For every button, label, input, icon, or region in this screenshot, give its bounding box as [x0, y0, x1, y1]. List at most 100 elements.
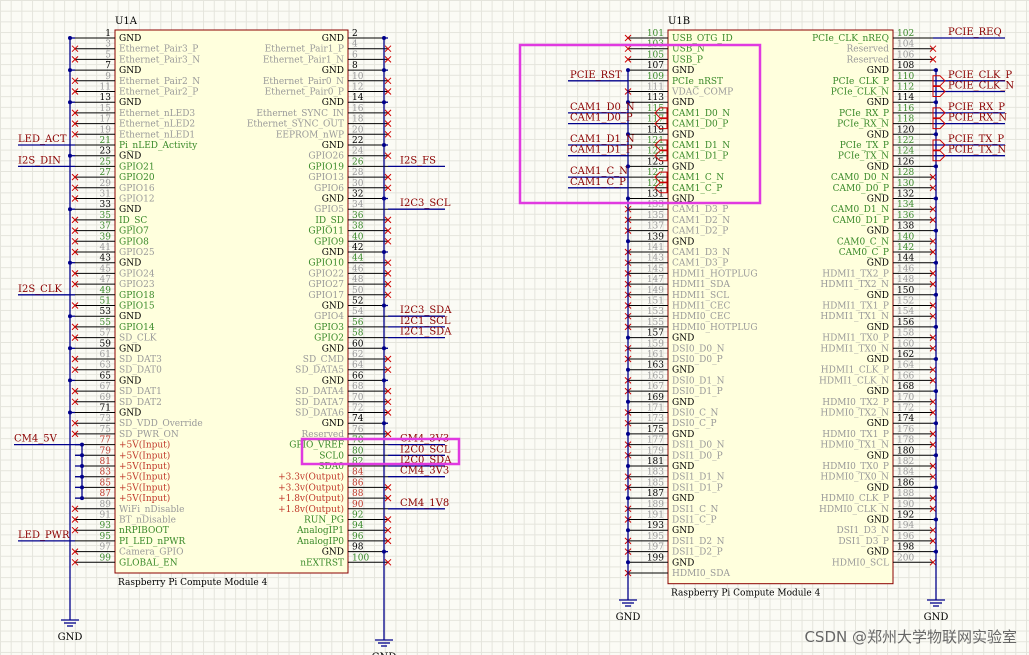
junction-dot	[934, 549, 938, 554]
junction-dot	[934, 196, 938, 201]
pin-name: Ethernet_Pair1_P	[265, 45, 344, 55]
junction-dot	[68, 346, 72, 351]
pin-name: GND	[119, 34, 141, 44]
pin-number: 126	[897, 157, 914, 167]
pin-name: SD_PWR_ON	[119, 430, 179, 440]
pin-name: SD_CMD	[303, 355, 344, 365]
pin-name: GPIO24	[119, 269, 155, 279]
net-label: CM4_5V	[14, 434, 58, 445]
pin-name: GND	[672, 237, 694, 247]
junction-dot	[626, 367, 630, 372]
junction-dot	[382, 36, 386, 40]
pin-name: GND	[322, 98, 344, 108]
net-label: CAM1_D0_N	[570, 102, 635, 113]
pin-name: DSI0_D1_P	[672, 387, 723, 397]
pin-name: CAM1_D1_N	[672, 141, 730, 151]
pin-name: GPIO21	[119, 162, 155, 172]
pin-name: GND	[322, 419, 344, 429]
pin-name: GND	[322, 376, 344, 386]
pin-number: 24	[352, 147, 364, 157]
pin-number: 59	[100, 339, 112, 349]
net-label: I2C1_SCL	[400, 316, 451, 327]
pin-number: 145	[647, 264, 664, 274]
net-label: CM4_1V8	[400, 498, 449, 509]
pin-number: 130	[897, 179, 914, 189]
pin-name: +1.8v(Output)	[278, 493, 344, 504]
pin-number: 91	[100, 511, 111, 521]
pin-name: GND	[672, 98, 694, 108]
pin-number: 180	[897, 446, 914, 456]
pin-number: 62	[352, 350, 363, 360]
junction-dot	[382, 100, 386, 105]
junction-dot	[934, 357, 938, 361]
pin-name: GND	[867, 451, 889, 461]
pin-number: 177	[647, 436, 664, 446]
pin-name: ID_SC	[119, 216, 147, 226]
junction-dot	[934, 324, 938, 329]
pin-number: 199	[647, 553, 664, 563]
gnd-symbol-u1b-right: GND	[924, 599, 948, 623]
pin-number: 70	[352, 393, 364, 403]
pin-name: AnalogIP0	[296, 537, 344, 547]
pin-number: 39	[100, 232, 112, 242]
pin-name: GND	[119, 152, 141, 162]
pin-name: Reserved	[846, 45, 889, 55]
pin-number: 112	[897, 83, 914, 93]
pin-name: CAM1_D1_P	[672, 152, 728, 162]
pin-number: 195	[647, 532, 664, 542]
pin-name: GPIO6	[314, 184, 344, 194]
net-label: CAM1_C_P	[570, 177, 626, 188]
pin-number: 101	[647, 29, 664, 39]
pin-number: 136	[897, 211, 914, 221]
junction-dot	[934, 132, 938, 137]
pin-name: HDMI0_SDA	[672, 569, 730, 579]
pin-name: GPIO5	[314, 205, 344, 215]
net-label: I2C0_SCL	[400, 444, 451, 455]
pin-name: Ethernet_Pair1_N	[263, 55, 344, 65]
pin-name: Ethernet_Pair3_N	[119, 55, 200, 65]
pin-number: 15	[100, 104, 112, 114]
pin-number: 119	[647, 125, 664, 135]
pin-number: 157	[647, 329, 664, 339]
pin-name: HDMI0_SCL	[832, 558, 889, 568]
pin-number: 192	[897, 511, 914, 521]
junction-dot	[382, 196, 386, 201]
pin-name: GND	[672, 162, 694, 172]
pin-number: 159	[647, 339, 664, 349]
pin-name: +5V(Input)	[119, 461, 170, 472]
junction-dot	[382, 68, 386, 73]
pin-number: 64	[352, 361, 364, 371]
pin-name: GND	[672, 398, 694, 408]
pin-number: 60	[352, 339, 364, 349]
net-label: PCIE_RST	[570, 70, 622, 81]
u1b-pin-x: HDMI0_SDA	[624, 569, 730, 579]
net-label: I2C3_SCL	[400, 198, 451, 209]
net-label: I2S_DIN	[18, 155, 61, 166]
net-label: LED_PWR	[18, 530, 70, 541]
pin-number: 12	[352, 83, 363, 93]
pin-number: 8	[352, 61, 358, 71]
net-label: I2C1_SDA	[400, 327, 452, 338]
u1a-designator: U1A	[115, 16, 138, 27]
pin-number: 111	[647, 83, 664, 93]
pin-name: DSI0_C_P	[672, 419, 717, 429]
pin-number: 3	[105, 40, 111, 50]
junction-dot	[626, 496, 630, 501]
pin-number: 116	[897, 104, 914, 114]
pin-name: GPIO26	[308, 152, 344, 162]
pin-name: HDMI0_TX0_N	[820, 473, 889, 483]
pin-name: RUN_PG	[304, 516, 344, 526]
pin-number: 187	[647, 489, 664, 499]
pin-name: GND	[867, 323, 889, 333]
pin-number: 99	[100, 553, 112, 563]
pin-number: 160	[897, 339, 914, 349]
pin-number: 2	[352, 29, 358, 39]
junction-dot	[626, 68, 630, 73]
pin-name: SD_DAT0	[119, 366, 162, 376]
pin-name: Ethernet_SYNC_OUT	[247, 120, 344, 130]
net-label: PCIE_RX_P	[948, 102, 1005, 113]
schematic-sheet[interactable]: U1A Raspberry Pi Compute Module 4 1 GND 3 Eth…	[0, 0, 1029, 655]
pin-name: SD_VDD_Override	[119, 419, 203, 429]
pin-number: 150	[897, 286, 914, 296]
pin-number: 10	[352, 72, 364, 82]
